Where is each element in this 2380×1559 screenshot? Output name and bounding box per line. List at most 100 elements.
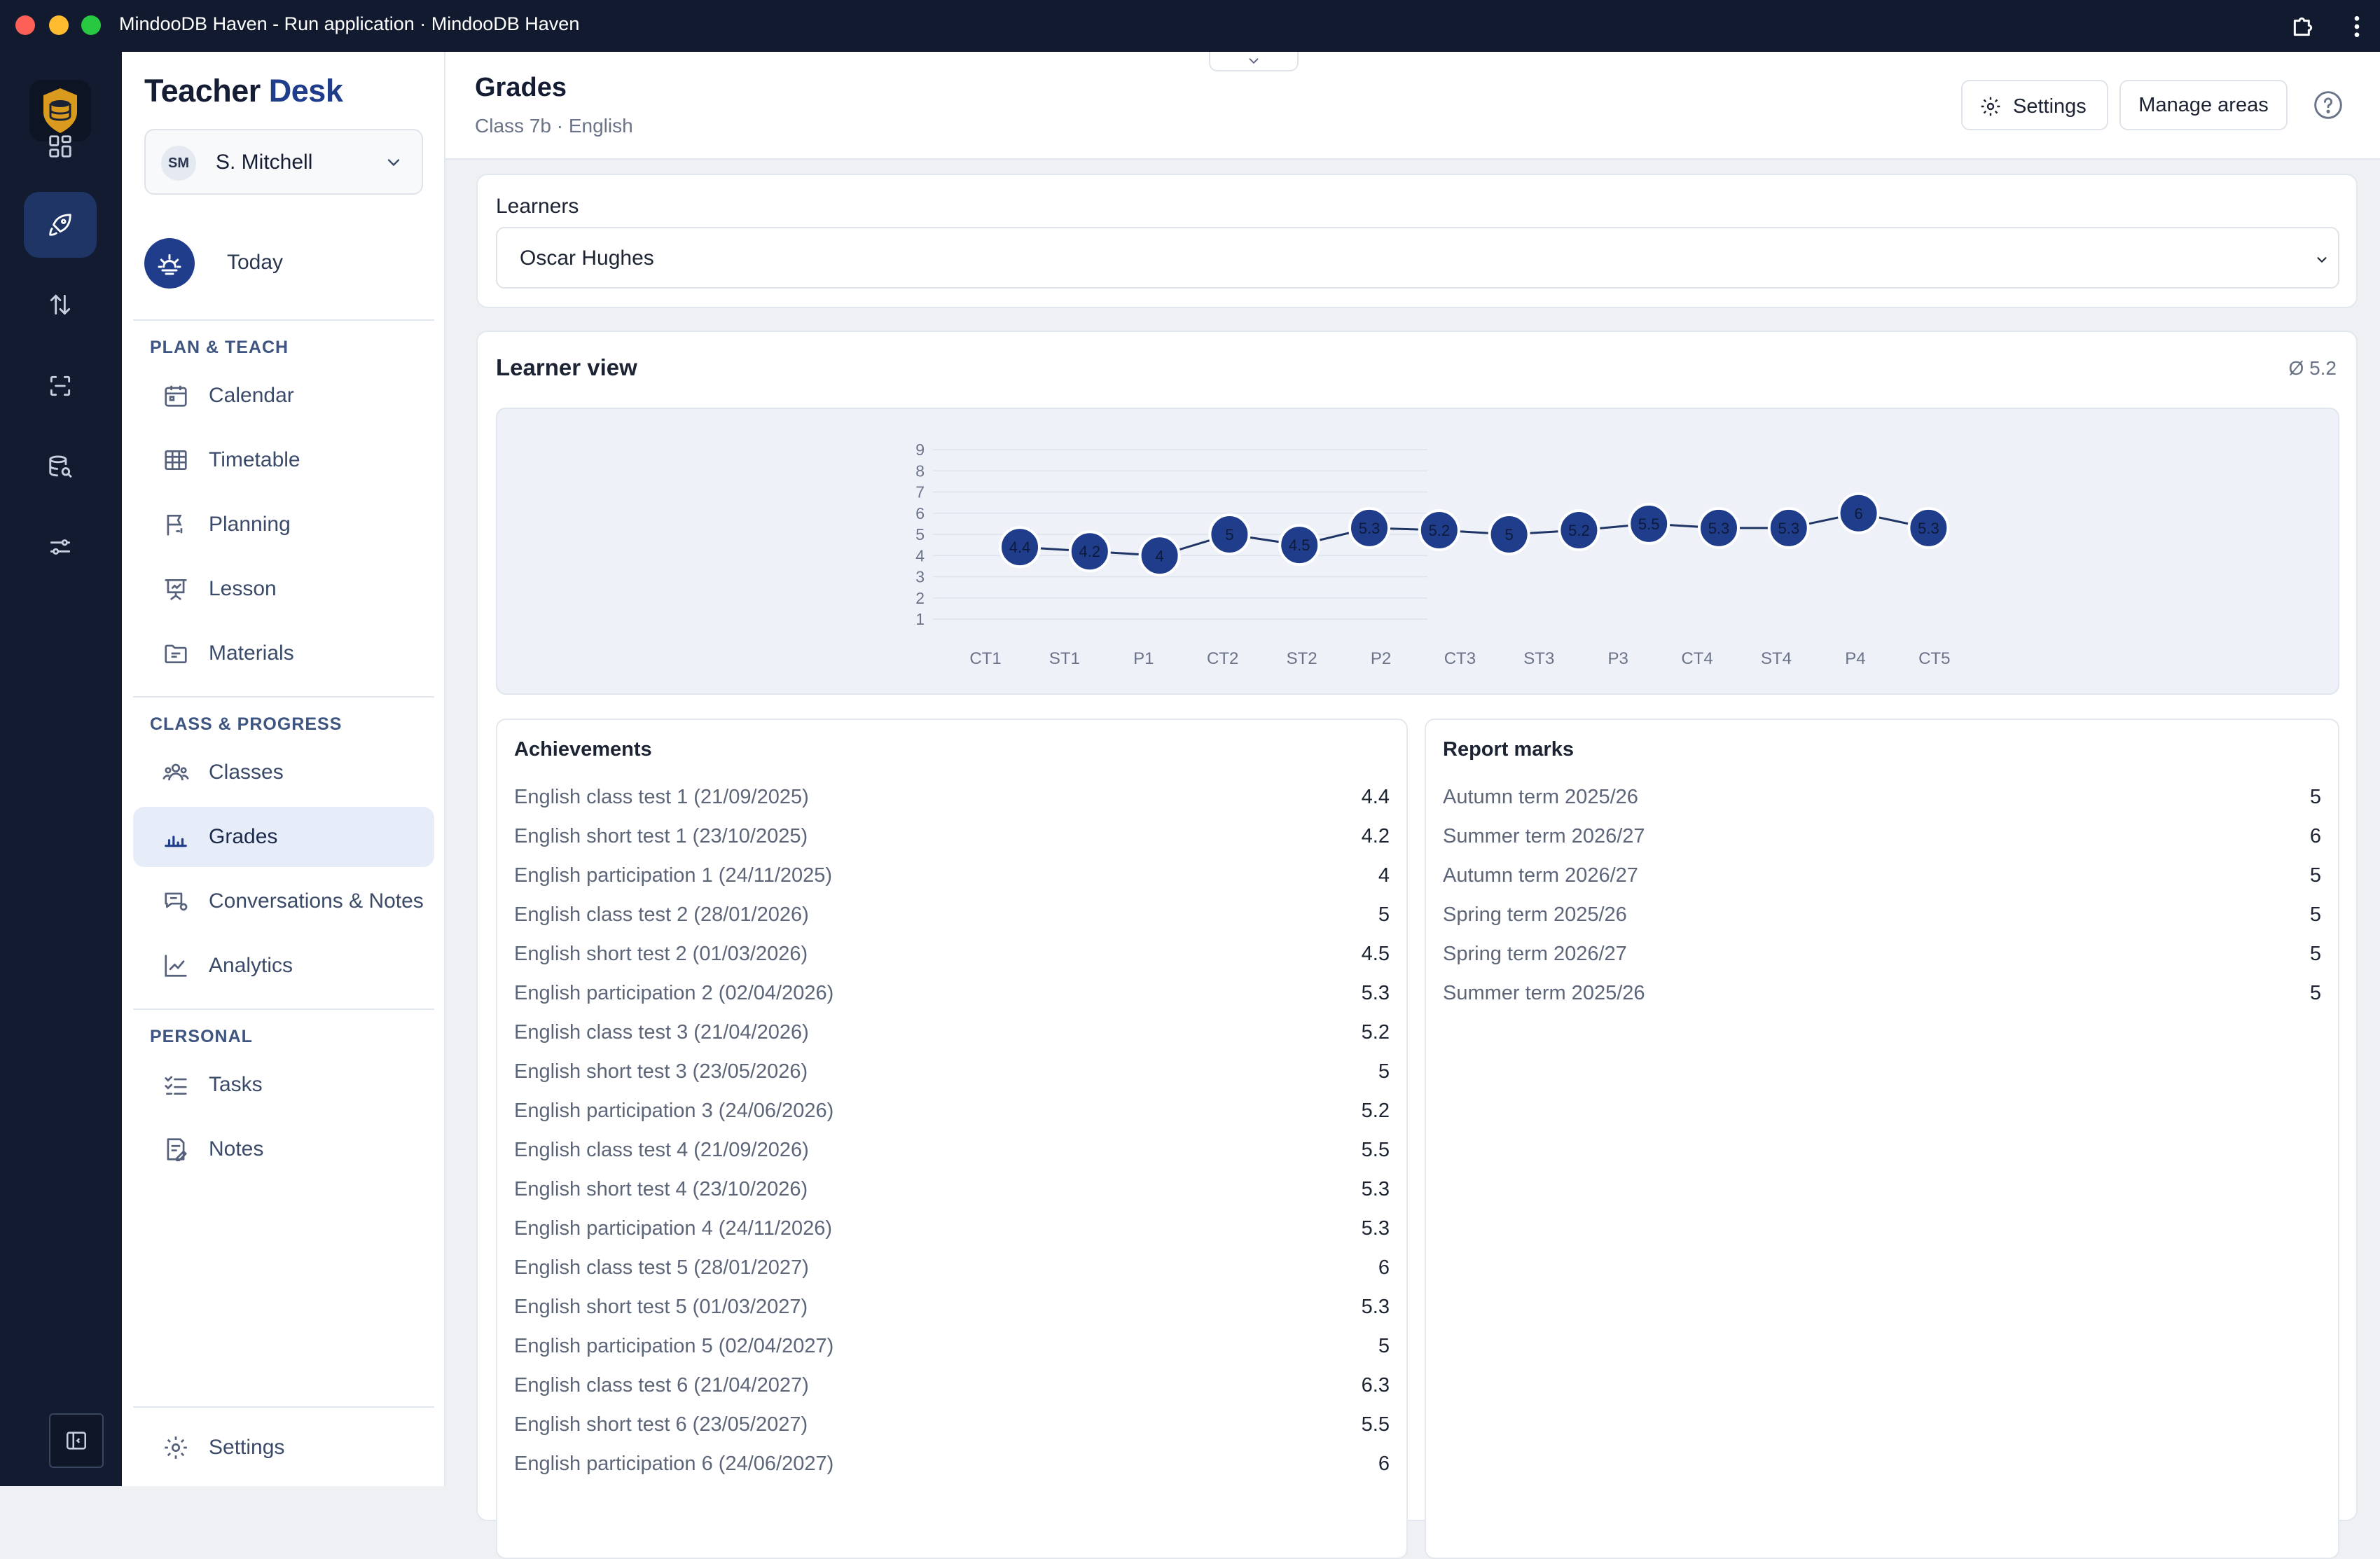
grade-point-label: 5.3	[1359, 520, 1381, 537]
divider	[133, 1406, 434, 1408]
list-item-label: Summer term 2025/26	[1443, 982, 1645, 1004]
list-item: English class test 5 (28/01/2027) 6	[514, 1249, 1390, 1289]
list-item-value: 6	[1378, 1453, 1390, 1475]
list-item-label: English class test 5 (28/01/2027)	[514, 1256, 809, 1279]
sidebar-item-label: Settings	[209, 1436, 285, 1459]
list-item-value: 5.3	[1361, 982, 1390, 1004]
page-subtitle: Class 7b · English	[475, 115, 633, 137]
rail-run-button[interactable]	[24, 192, 97, 258]
list-item: English class test 6 (21/04/2027) 6.3	[514, 1367, 1390, 1406]
list-item-value: 5.2	[1361, 1100, 1390, 1122]
sidebar-item-timetable[interactable]: Timetable	[133, 430, 434, 490]
chat-icon	[165, 892, 188, 911]
list-item-value: 5.5	[1361, 1413, 1390, 1436]
grade-data-point[interactable]: 4.5	[1278, 524, 1321, 567]
list-item: Summer term 2026/27 6	[1443, 818, 2321, 857]
grade-data-point[interactable]: 5.3	[1767, 506, 1810, 549]
sidebar-item-analytics[interactable]: Analytics	[133, 936, 434, 996]
rail-sync-button[interactable]	[24, 272, 97, 338]
app-rail	[0, 52, 122, 1486]
y-tick-label: 1	[915, 610, 925, 628]
manage-areas-button[interactable]: Manage areas	[2119, 80, 2288, 130]
list-item-label: English participation 3 (24/06/2026)	[514, 1100, 834, 1122]
list-item-label: English participation 2 (02/04/2026)	[514, 982, 834, 1004]
settings-button[interactable]: Settings	[1961, 80, 2108, 130]
rail-scan-button[interactable]	[24, 353, 97, 419]
y-tick-label: 5	[915, 525, 925, 543]
learner-select[interactable]: Oscar Hughes	[496, 227, 2339, 289]
x-tick-label: ST4	[1761, 649, 1792, 668]
list-item-value: 6.3	[1361, 1374, 1390, 1397]
maximize-window-button[interactable]	[81, 15, 101, 35]
more-vertical-icon[interactable]	[2346, 13, 2367, 41]
divider	[133, 696, 434, 698]
dashboard-icon	[49, 135, 71, 158]
database-search-icon	[49, 455, 72, 478]
grade-data-point[interactable]: 4.4	[999, 526, 1041, 569]
rail-settings-button[interactable]	[24, 514, 97, 580]
rail-dashboard-button[interactable]	[24, 113, 97, 179]
collapse-sidebar-button[interactable]	[49, 1413, 104, 1468]
list-item-label: English short test 6 (23/05/2027)	[514, 1413, 808, 1436]
x-tick-label: CT4	[1681, 649, 1713, 668]
grade-point-label: 6	[1854, 505, 1862, 522]
grade-data-point[interactable]: 5	[1488, 513, 1530, 555]
grade-data-point[interactable]: 5.3	[1907, 506, 1950, 549]
sidebar-item-notes[interactable]: Notes	[133, 1119, 434, 1179]
grade-data-point[interactable]: 5.3	[1698, 506, 1740, 549]
list-item-value: 6	[1378, 1256, 1390, 1279]
sidebar-item-label: Analytics	[209, 954, 293, 977]
help-icon[interactable]	[2313, 90, 2344, 120]
sidebar-item-lesson[interactable]: Lesson	[133, 559, 434, 619]
chevron-down-icon	[2317, 257, 2327, 263]
grade-data-point[interactable]: 5.5	[1628, 502, 1670, 545]
flag-icon	[167, 514, 183, 536]
grade-point-label: 4.5	[1289, 536, 1310, 554]
grade-data-point[interactable]: 5.2	[1418, 508, 1460, 551]
grade-data-point[interactable]: 5.3	[1348, 506, 1390, 549]
grade-data-point[interactable]: 5	[1208, 513, 1251, 555]
y-tick-label: 3	[915, 568, 925, 586]
minimize-window-button[interactable]	[49, 15, 69, 35]
grade-point-label: 4.4	[1009, 539, 1031, 556]
sidebar-item-today[interactable]: Today	[133, 235, 434, 291]
sidebar-item-label: Timetable	[209, 448, 300, 471]
puzzle-icon[interactable]	[2289, 13, 2317, 41]
list-item-label: English short test 3 (23/05/2026)	[514, 1060, 808, 1083]
sidebar-item-tasks[interactable]: Tasks	[133, 1055, 434, 1115]
list-item-label: English class test 6 (21/04/2027)	[514, 1374, 809, 1397]
list-item: English short test 2 (01/03/2026) 4.5	[514, 936, 1390, 975]
avatar: SM	[161, 146, 196, 181]
scan-icon	[50, 375, 71, 396]
list-item: English short test 4 (23/10/2026) 5.3	[514, 1171, 1390, 1210]
list-item-label: English participation 5 (02/04/2027)	[514, 1335, 834, 1357]
grade-data-point[interactable]: 4	[1138, 534, 1181, 577]
user-select[interactable]: SM S. Mitchell	[144, 129, 423, 195]
sidebar-item-classes[interactable]: Classes	[133, 742, 434, 803]
grade-data-point[interactable]: 4.2	[1068, 530, 1111, 573]
x-tick-label: CT5	[1918, 649, 1950, 668]
sidebar-item-settings[interactable]: Settings	[133, 1418, 434, 1478]
sidebar-item-grades[interactable]: Grades	[133, 807, 434, 867]
list-item-value: 5	[2309, 903, 2321, 926]
sidebar-item-calendar[interactable]: Calendar	[133, 366, 434, 426]
achievements-list: English class test 1 (21/09/2025) 4.4 Engl…	[514, 779, 1390, 1485]
sidebar-item-label: Materials	[209, 642, 294, 665]
list-item-value: 5	[1378, 1335, 1390, 1357]
close-window-button[interactable]	[15, 15, 35, 35]
list-item-label: English participation 1 (24/11/2025)	[514, 864, 833, 887]
list-item-value: 5.3	[1361, 1217, 1390, 1240]
chevron-down-icon	[1249, 58, 1259, 64]
sidebar-item-materials[interactable]: Materials	[133, 623, 434, 684]
window-titlebar: MindooDB Haven - Run application · Mindo…	[0, 0, 2380, 52]
sidebar-item-planning[interactable]: Planning	[133, 494, 434, 555]
x-tick-label: ST2	[1287, 649, 1317, 668]
sidebar-item-conversations[interactable]: Conversations & Notes	[133, 871, 434, 931]
x-tick-label: P1	[1133, 649, 1154, 668]
grade-data-point[interactable]: 5.2	[1558, 508, 1600, 551]
list-item-value: 5	[2309, 982, 2321, 1004]
expand-toolbar-button[interactable]	[1209, 52, 1299, 71]
rail-database-button[interactable]	[24, 434, 97, 500]
grade-data-point[interactable]: 6	[1837, 492, 1880, 534]
list-item-label: Autumn term 2025/26	[1443, 786, 1638, 808]
